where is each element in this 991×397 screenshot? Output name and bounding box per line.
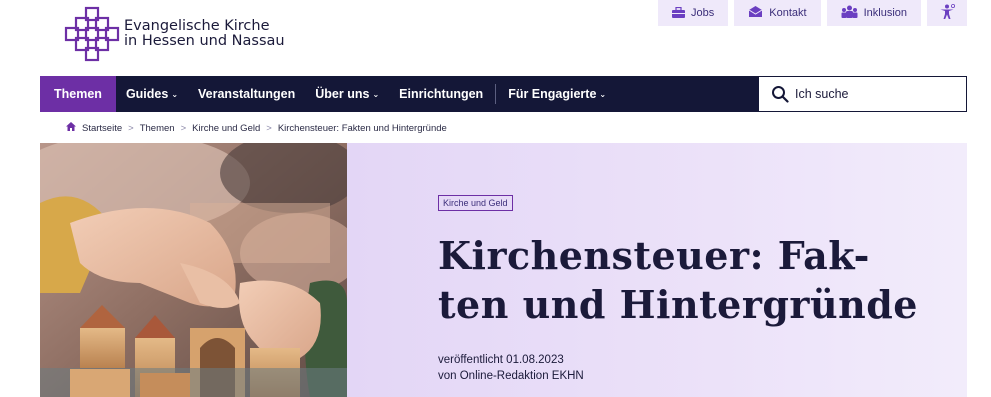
inklusion-link[interactable]: Inklusion — [826, 0, 921, 26]
nav-item-guides[interactable]: Guides ⌄ — [116, 76, 188, 112]
utility-nav: Jobs Kontakt Inklusion — [658, 0, 967, 26]
jobs-link[interactable]: Jobs — [658, 0, 729, 26]
nav-item-veranstaltungen[interactable]: Veranstaltungen — [188, 76, 305, 112]
hero-image — [40, 143, 347, 397]
hero-section: Kirche und Geld Kirchensteuer: Fak- ten … — [40, 143, 967, 397]
article-meta: veröffentlicht 01.08.2023 von Online-Red… — [438, 352, 584, 384]
title-line-1: Kirchensteuer: Fak- — [438, 233, 870, 278]
inklusion-label: Inklusion — [863, 7, 907, 19]
breadcrumb: Startseite > Themen > Kirche und Geld > … — [66, 122, 447, 134]
cross-logo-icon — [64, 6, 120, 62]
author: von Online-Redaktion EKHN — [438, 370, 584, 382]
chevron-right-icon: > — [180, 122, 187, 134]
nav-label-themen: Themen — [54, 87, 102, 101]
publish-date: veröffentlicht 01.08.2023 — [438, 354, 564, 366]
chevron-down-icon: ⌄ — [372, 89, 380, 99]
nav-divider — [495, 84, 497, 104]
chevron-down-icon: ⌄ — [599, 89, 607, 99]
nav-label-guides: Guides — [125, 87, 169, 101]
nav-item-fuer-engagierte[interactable]: Für Engagierte ⌄ — [498, 76, 616, 112]
home-icon — [66, 122, 76, 134]
search-box[interactable] — [758, 76, 967, 112]
briefcase-icon — [672, 6, 686, 21]
people-icon — [841, 5, 858, 21]
kontakt-label: Kontakt — [769, 7, 807, 19]
nav-label-veranstaltungen: Veranstaltungen — [198, 87, 296, 101]
search-icon[interactable] — [771, 85, 789, 103]
hero-content: Kirche und Geld Kirchensteuer: Fak- ten … — [347, 143, 967, 397]
brand-name: Evangelische Kirche in Hessen und Nassau — [124, 19, 285, 49]
accessibility-icon — [939, 3, 955, 23]
breadcrumb-current: Kirchensteuer: Fakten und Hintergründe — [277, 122, 447, 134]
breadcrumb-home[interactable]: Startseite — [82, 123, 122, 134]
chevron-right-icon: > — [266, 122, 272, 134]
brand-line-2: in Hessen und Nassau — [124, 33, 285, 49]
nav-item-ueber-uns[interactable]: Über uns ⌄ — [305, 76, 389, 112]
search-input[interactable] — [795, 87, 945, 101]
nav-label-fuer-engagierte: Für Engagierte — [508, 87, 597, 101]
accessibility-button[interactable] — [927, 0, 967, 26]
brand-line-1: Evangelische Kirche — [124, 18, 270, 34]
mail-icon — [748, 5, 763, 21]
site-logo[interactable]: Evangelische Kirche in Hessen und Nassau — [64, 6, 285, 62]
nav-item-themen[interactable]: Themen — [40, 76, 116, 112]
jobs-label: Jobs — [691, 7, 715, 19]
breadcrumb-themen[interactable]: Themen — [140, 123, 175, 134]
breadcrumb-kirche-und-geld[interactable]: Kirche und Geld — [192, 123, 260, 134]
nav-item-einrichtungen[interactable]: Einrichtungen — [389, 76, 493, 112]
nav-label-ueber-uns: Über uns — [315, 87, 370, 101]
nav-label-einrichtungen: Einrichtungen — [399, 87, 484, 101]
category-tag[interactable]: Kirche und Geld — [438, 195, 513, 211]
chevron-right-icon: > — [128, 122, 134, 134]
main-nav: Themen Guides ⌄ Veranstaltungen Über uns… — [40, 76, 967, 112]
kontakt-link[interactable]: Kontakt — [734, 0, 821, 26]
chevron-down-icon: ⌄ — [171, 89, 179, 99]
title-line-2: ten und Hintergründe — [438, 282, 918, 327]
page-title: Kirchensteuer: Fak- ten und Hintergründe — [438, 231, 918, 329]
